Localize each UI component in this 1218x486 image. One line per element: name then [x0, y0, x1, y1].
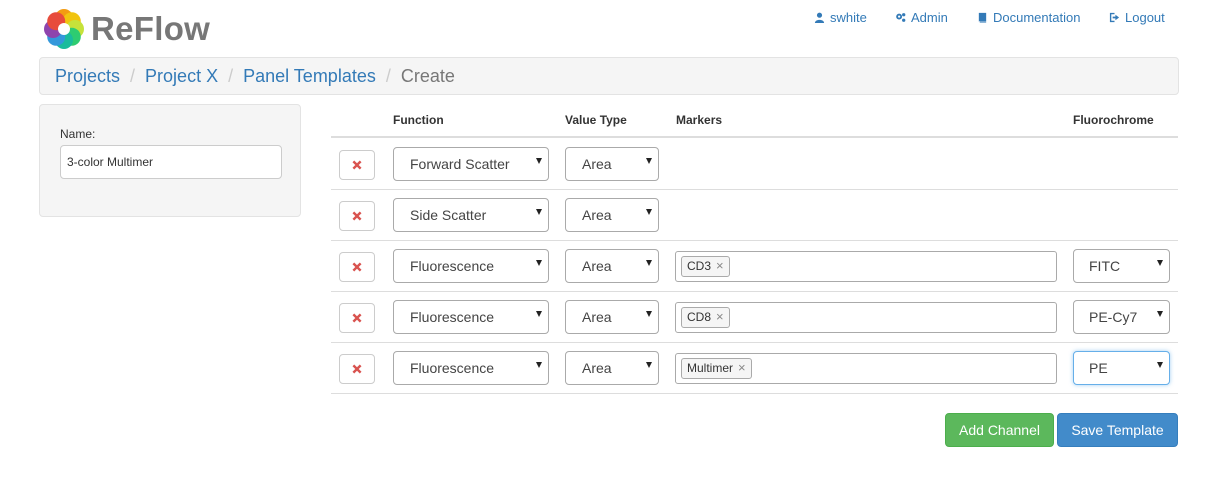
- value-type-value: Area: [582, 360, 612, 376]
- row-divider: [331, 189, 1178, 190]
- function-select[interactable]: Fluorescence: [393, 300, 549, 334]
- fluorochrome-value: PE-Cy7: [1089, 309, 1138, 325]
- function-select[interactable]: Side Scatter: [393, 198, 549, 232]
- markers-input[interactable]: Multimer ×: [675, 353, 1057, 384]
- marker-tag: CD8 ×: [681, 307, 730, 328]
- admin-link[interactable]: Admin: [895, 10, 948, 25]
- delete-channel-button[interactable]: [339, 252, 375, 282]
- dropdown-arrow-icon: [536, 209, 542, 215]
- template-name-panel: Name: 3-color Multimer: [39, 104, 301, 217]
- delete-channel-button[interactable]: [339, 150, 375, 180]
- fluorochrome-value: FITC: [1089, 258, 1121, 274]
- breadcrumb-separator: /: [130, 65, 136, 86]
- app-logo[interactable]: ReFlow: [43, 8, 210, 50]
- dropdown-arrow-icon: [646, 260, 652, 266]
- admin-label: Admin: [911, 10, 948, 25]
- documentation-label: Documentation: [993, 10, 1081, 25]
- remove-marker-icon[interactable]: ×: [716, 310, 724, 323]
- row-divider: [331, 342, 1178, 343]
- header-fluorochrome: Fluorochrome: [1073, 113, 1154, 127]
- dropdown-arrow-icon: [646, 362, 652, 368]
- table-header-divider: [331, 136, 1178, 138]
- dropdown-arrow-icon: [1157, 260, 1163, 266]
- name-label: Name:: [60, 127, 96, 141]
- marker-tag-label: CD3: [687, 259, 712, 273]
- function-select[interactable]: Fluorescence: [393, 249, 549, 283]
- dropdown-arrow-icon: [536, 260, 542, 266]
- dropdown-arrow-icon: [1157, 362, 1163, 368]
- function-value: Side Scatter: [410, 207, 487, 223]
- row-divider: [331, 291, 1178, 292]
- value-type-value: Area: [582, 309, 612, 325]
- app-title: ReFlow: [91, 10, 211, 47]
- logo-flower-icon: [44, 9, 84, 49]
- header-function: Function: [393, 113, 444, 127]
- breadcrumb-panel-templates[interactable]: Panel Templates: [243, 66, 376, 87]
- marker-tag-label: Multimer: [687, 361, 734, 375]
- value-type-select[interactable]: Area: [565, 147, 659, 181]
- delete-channel-button[interactable]: [339, 354, 375, 384]
- value-type-value: Area: [582, 258, 612, 274]
- function-value: Fluorescence: [410, 360, 495, 376]
- marker-tag-label: CD8: [687, 310, 712, 324]
- breadcrumb-current: Create: [400, 65, 455, 86]
- user-link[interactable]: swhite: [814, 10, 867, 25]
- add-channel-button[interactable]: Add Channel: [945, 413, 1054, 447]
- value-type-select[interactable]: Area: [565, 351, 659, 385]
- logout-link[interactable]: Logout: [1109, 10, 1165, 25]
- row-divider: [331, 393, 1178, 394]
- function-select[interactable]: Forward Scatter: [393, 147, 549, 181]
- remove-marker-icon[interactable]: ×: [738, 361, 746, 374]
- dropdown-arrow-icon: [646, 158, 652, 164]
- value-type-value: Area: [582, 156, 612, 172]
- marker-tag: Multimer ×: [681, 358, 752, 379]
- header-value-type: Value Type: [565, 113, 627, 127]
- function-value: Fluorescence: [410, 258, 495, 274]
- fluorochrome-select[interactable]: PE: [1073, 351, 1170, 385]
- remove-icon: [352, 313, 362, 323]
- book-icon: [978, 12, 987, 23]
- markers-input[interactable]: CD3 ×: [675, 251, 1057, 282]
- remove-icon: [352, 262, 362, 272]
- dropdown-arrow-icon: [1157, 311, 1163, 317]
- remove-icon: [352, 160, 362, 170]
- fluorochrome-value: PE: [1089, 360, 1108, 376]
- function-value: Fluorescence: [410, 309, 495, 325]
- fluorochrome-select[interactable]: FITC: [1073, 249, 1170, 283]
- function-value: Forward Scatter: [410, 156, 510, 172]
- logout-label: Logout: [1125, 10, 1165, 25]
- remove-icon: [352, 211, 362, 221]
- value-type-value: Area: [582, 207, 612, 223]
- value-type-select[interactable]: Area: [565, 198, 659, 232]
- user-name: swhite: [830, 10, 867, 25]
- documentation-link[interactable]: Documentation: [977, 10, 1080, 25]
- dropdown-arrow-icon: [536, 362, 542, 368]
- cogs-icon: [896, 13, 906, 22]
- delete-channel-button[interactable]: [339, 201, 375, 231]
- row-divider: [331, 240, 1178, 241]
- breadcrumb-projects[interactable]: Projects: [55, 66, 120, 87]
- remove-marker-icon[interactable]: ×: [716, 259, 724, 272]
- dropdown-arrow-icon: [646, 209, 652, 215]
- breadcrumb: Projects / Project X / Panel Templates /…: [39, 57, 1179, 95]
- save-template-button[interactable]: Save Template: [1057, 413, 1178, 447]
- breadcrumb-separator: /: [228, 65, 234, 86]
- value-type-select[interactable]: Area: [565, 249, 659, 283]
- dropdown-arrow-icon: [536, 158, 542, 164]
- header-markers: Markers: [676, 113, 723, 127]
- value-type-select[interactable]: Area: [565, 300, 659, 334]
- delete-channel-button[interactable]: [339, 303, 375, 333]
- function-select[interactable]: Fluorescence: [393, 351, 549, 385]
- fluorochrome-select[interactable]: PE-Cy7: [1073, 300, 1170, 334]
- breadcrumb-separator: /: [385, 65, 391, 86]
- logout-icon: [1109, 12, 1120, 23]
- breadcrumb-project[interactable]: Project X: [145, 66, 218, 87]
- markers-input[interactable]: CD8 ×: [675, 302, 1057, 333]
- marker-tag: CD3 ×: [681, 256, 730, 277]
- dropdown-arrow-icon: [646, 311, 652, 317]
- remove-icon: [352, 364, 362, 374]
- name-input[interactable]: 3-color Multimer: [60, 145, 282, 179]
- dropdown-arrow-icon: [536, 311, 542, 317]
- user-icon: [814, 12, 825, 23]
